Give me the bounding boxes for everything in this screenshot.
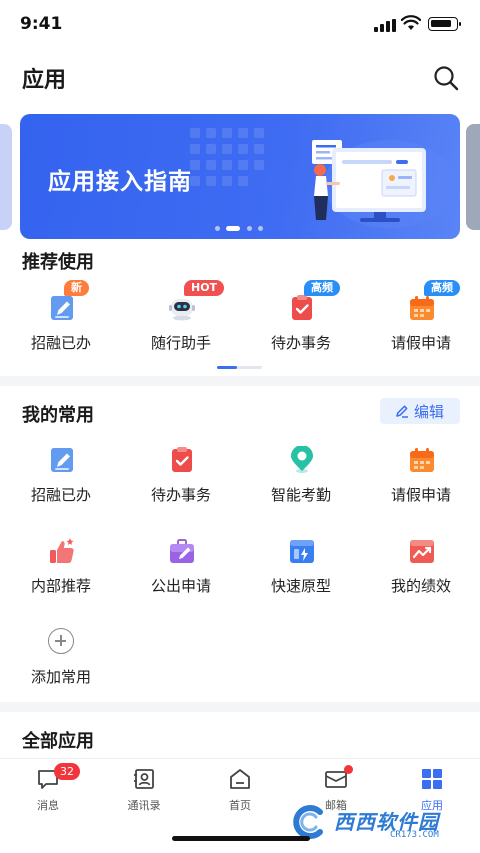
add-icon (48, 628, 74, 654)
search-icon[interactable] (432, 64, 460, 92)
calendar-icon (410, 296, 434, 320)
app-tile-business-trip[interactable]: 公出申请 (126, 537, 236, 607)
todo-check-icon (292, 295, 312, 320)
home-icon (230, 769, 250, 789)
banner-dot[interactable] (258, 226, 263, 231)
tag-new: 新 (64, 280, 89, 296)
app-label: 请假申请 (390, 486, 451, 504)
tab-label: 消息 (37, 799, 59, 812)
todo-check-icon (172, 447, 192, 472)
page-title: 应用 (22, 68, 67, 93)
app-tile-leave[interactable]: 高频 请假申请 (366, 280, 476, 364)
app-label: 公出申请 (150, 577, 211, 595)
app-label: 招融已办 (30, 486, 91, 504)
app-tile-zhaorong-done[interactable]: 招融已办 (6, 446, 116, 516)
message-badge: 32 (54, 763, 80, 780)
thumbs-up-icon (50, 538, 74, 563)
banner-title: 应用接入指南 (48, 169, 192, 195)
app-label: 快速原型 (270, 577, 331, 595)
app-label: 智能考勤 (270, 486, 331, 504)
banner-next-card[interactable] (466, 124, 480, 230)
section-divider (0, 702, 480, 712)
app-tile-leave[interactable]: 请假申请 (366, 446, 476, 516)
briefcase-icon (170, 539, 194, 563)
tab-messages[interactable]: 32 消息 (0, 763, 96, 823)
app-tile-referral[interactable]: 内部推荐 (6, 537, 116, 607)
edit-button[interactable]: 编辑 (380, 398, 460, 424)
lightning-doc-icon (290, 540, 314, 563)
app-label: 内部推荐 (30, 577, 91, 595)
app-tile-prototype[interactable]: 快速原型 (246, 537, 356, 607)
tag-frequent: 高频 (304, 280, 340, 296)
banner-pagination (215, 226, 275, 232)
banner-dot[interactable] (215, 226, 220, 231)
add-frequent-label: 添加常用 (30, 668, 91, 686)
app-tile-todo[interactable]: 高频 待办事务 (246, 280, 356, 364)
banner-dot[interactable] (247, 226, 252, 231)
contacts-icon (134, 769, 154, 789)
mail-unread-dot (344, 765, 353, 774)
section-divider (0, 376, 480, 386)
tab-label: 首页 (229, 799, 251, 812)
tag-hot: HOT (184, 280, 225, 296)
app-label: 我的绩效 (390, 577, 451, 595)
app-label: 待办事务 (150, 486, 211, 504)
app-label: 招融已办 (30, 334, 91, 352)
app-tile-zhaorong-done[interactable]: 新 招融已办 (6, 280, 116, 364)
banner-prev-card[interactable] (0, 124, 12, 230)
add-frequent-button[interactable]: 添加常用 (6, 628, 116, 698)
battery-icon (428, 17, 461, 31)
tab-home[interactable]: 首页 (192, 767, 288, 823)
tab-contacts[interactable]: 通讯录 (96, 767, 192, 823)
edit-label: 编辑 (414, 403, 445, 421)
tag-frequent: 高频 (424, 280, 460, 296)
robot-icon (169, 299, 195, 321)
app-label: 待办事务 (270, 334, 331, 352)
app-tile-assistant[interactable]: HOT 随行助手 (126, 280, 236, 364)
recommended-section-title: 推荐使用 (22, 252, 94, 273)
status-time: 9:41 (20, 14, 63, 34)
app-tile-todo[interactable]: 待办事务 (126, 446, 236, 516)
pen-doc-icon (51, 448, 73, 472)
status-bar: 9:41 (0, 0, 480, 48)
signal-icon (374, 19, 396, 32)
app-label: 请假申请 (390, 334, 451, 352)
banner-grid-decoration (190, 128, 300, 198)
calendar-icon (410, 448, 434, 472)
recommended-scroll-indicator (217, 366, 262, 369)
frequent-section-title: 我的常用 (22, 405, 94, 426)
tab-label: 通讯录 (127, 799, 161, 812)
all-apps-section-title: 全部应用 (22, 731, 94, 752)
banner-illustration (312, 140, 456, 228)
home-indicator (172, 836, 310, 841)
app-tile-attendance[interactable]: 智能考勤 (246, 446, 356, 516)
app-label: 随行助手 (150, 334, 211, 352)
banner-card[interactable]: 应用接入指南 (20, 114, 460, 239)
watermark-logo: 西西软件园 CR173.COM (290, 800, 465, 844)
location-pin-icon (291, 446, 313, 473)
edit-pen-icon (396, 405, 408, 418)
watermark-sub: CR173.COM (390, 830, 439, 840)
banner-dot-active[interactable] (226, 226, 240, 231)
pen-doc-icon (51, 296, 73, 320)
chart-doc-icon (410, 540, 434, 563)
wifi-icon (401, 15, 421, 30)
apps-grid-icon (422, 769, 442, 789)
app-tile-performance[interactable]: 我的绩效 (366, 537, 476, 607)
